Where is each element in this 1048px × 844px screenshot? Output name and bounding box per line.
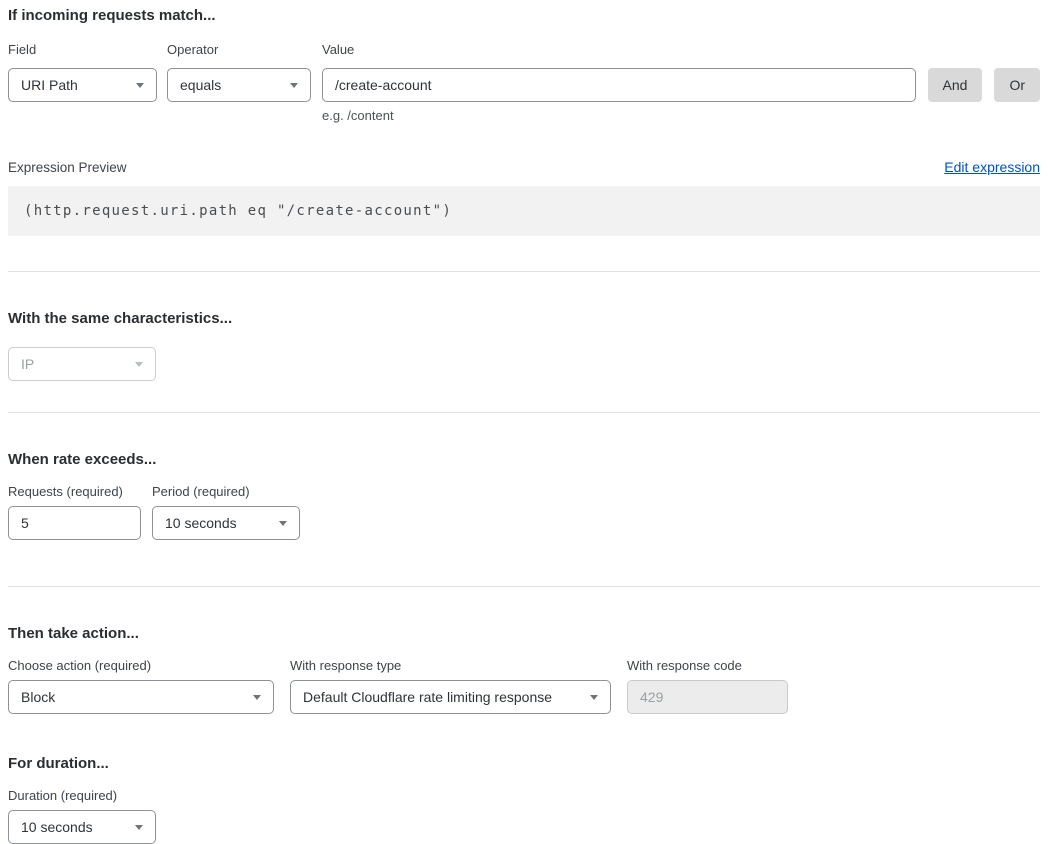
choose-action-label: Choose action (required) (8, 659, 274, 673)
section-title-match: If incoming requests match... (8, 7, 1040, 25)
section-incoming-requests: If incoming requests match... Field URI … (8, 7, 1040, 236)
response-type-select-value: Default Cloudflare rate limiting respons… (303, 689, 552, 705)
rate-limiting-rule-form: If incoming requests match... Field URI … (0, 0, 1048, 844)
section-title-characteristics: With the same characteristics... (8, 310, 1040, 328)
chevron-down-icon (290, 83, 298, 88)
field-label: Field (8, 43, 157, 57)
period-select[interactable]: 10 seconds (152, 506, 300, 540)
section-characteristics: With the same characteristics... IP (8, 310, 1040, 381)
expression-preview-box: (http.request.uri.path eq "/create-accou… (8, 186, 1040, 236)
section-divider (8, 412, 1040, 413)
characteristic-select-value: IP (21, 356, 34, 372)
and-button-col: And (928, 68, 983, 102)
duration-label: Duration (required) (8, 789, 1040, 803)
chevron-down-icon (279, 521, 287, 526)
duration-group: Duration (required) 10 seconds (8, 789, 1040, 844)
operator-select-value: equals (180, 77, 221, 93)
and-button[interactable]: And (928, 68, 983, 102)
section-divider (8, 271, 1040, 272)
section-rate-exceeds: When rate exceeds... Requests (required)… (8, 451, 1040, 540)
chevron-down-icon (135, 362, 143, 367)
operator-label: Operator (167, 43, 311, 57)
section-divider (8, 586, 1040, 587)
response-type-group: With response type Default Cloudflare ra… (290, 659, 611, 714)
requests-group: Requests (required) (8, 485, 141, 540)
expression-preview-label: Expression Preview (8, 160, 127, 175)
field-group: Field URI Path (8, 43, 157, 102)
value-helper-text: e.g. /content (322, 108, 916, 123)
chevron-down-icon (590, 695, 598, 700)
value-group: Value e.g. /content (322, 43, 916, 123)
requests-label: Requests (required) (8, 485, 141, 499)
response-type-select[interactable]: Default Cloudflare rate limiting respons… (290, 680, 611, 714)
or-button-col: Or (994, 68, 1040, 102)
match-fields-row: Field URI Path Operator equals Value e.g… (8, 43, 1040, 123)
value-label: Value (322, 43, 916, 57)
duration-select[interactable]: 10 seconds (8, 810, 156, 844)
period-select-value: 10 seconds (165, 515, 237, 531)
choose-action-group: Choose action (required) Block (8, 659, 274, 714)
choose-action-select-value: Block (21, 689, 55, 705)
expression-preview-header: Expression Preview Edit expression (8, 159, 1040, 175)
section-for-duration: For duration... Duration (required) 10 s… (8, 755, 1040, 844)
response-code-input (627, 680, 788, 714)
field-select-value: URI Path (21, 77, 78, 93)
choose-action-select[interactable]: Block (8, 680, 274, 714)
response-code-group: With response code (627, 659, 788, 714)
period-group: Period (required) 10 seconds (152, 485, 300, 540)
section-take-action: Then take action... Choose action (requi… (8, 625, 1040, 714)
requests-input[interactable] (8, 506, 141, 540)
field-select[interactable]: URI Path (8, 68, 157, 102)
edit-expression-link[interactable]: Edit expression (944, 159, 1040, 175)
rate-fields-row: Requests (required) Period (required) 10… (8, 485, 1040, 540)
section-title-duration: For duration... (8, 755, 1040, 773)
response-code-label: With response code (627, 659, 788, 673)
value-input[interactable] (322, 68, 916, 102)
characteristic-select: IP (8, 347, 156, 381)
chevron-down-icon (135, 825, 143, 830)
chevron-down-icon (136, 83, 144, 88)
operator-select[interactable]: equals (167, 68, 311, 102)
action-fields-row: Choose action (required) Block With resp… (8, 659, 1040, 714)
response-type-label: With response type (290, 659, 611, 673)
expression-text: (http.request.uri.path eq "/create-accou… (24, 203, 452, 219)
operator-group: Operator equals (167, 43, 311, 102)
duration-select-value: 10 seconds (21, 819, 93, 835)
or-button[interactable]: Or (994, 68, 1040, 102)
chevron-down-icon (253, 695, 261, 700)
section-title-action: Then take action... (8, 625, 1040, 643)
section-title-rate: When rate exceeds... (8, 451, 1040, 469)
period-label: Period (required) (152, 485, 300, 499)
